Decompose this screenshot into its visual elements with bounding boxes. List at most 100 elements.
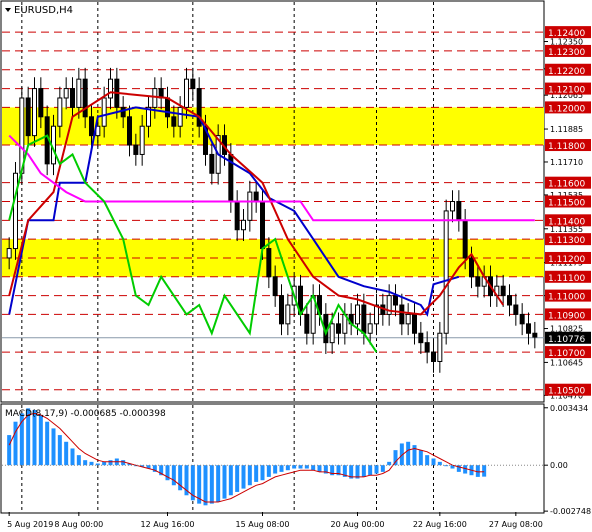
candle-body-44 bbox=[285, 304, 291, 325]
candle-body-3 bbox=[25, 97, 31, 137]
macd-bar-11 bbox=[76, 455, 81, 466]
macd-bar-65 bbox=[418, 450, 423, 466]
candle-body-65 bbox=[418, 332, 424, 344]
level-label-1: 1.12300 bbox=[548, 48, 585, 58]
macd-bar-32 bbox=[209, 465, 214, 504]
candle-body-73 bbox=[469, 257, 474, 278]
macd-bar-47 bbox=[304, 465, 309, 469]
macd-bar-15 bbox=[102, 461, 107, 466]
candle-body-36 bbox=[234, 201, 240, 231]
candle-body-1 bbox=[13, 172, 18, 250]
macd-bar-16 bbox=[108, 460, 113, 466]
candle-body-25 bbox=[165, 97, 170, 118]
candle-body-23 bbox=[152, 88, 158, 108]
candle-body-71 bbox=[456, 201, 462, 221]
candle-body-4 bbox=[32, 88, 37, 137]
macd-bar-46 bbox=[298, 465, 303, 469]
candle-body-15 bbox=[101, 97, 107, 127]
candle-body-68 bbox=[437, 332, 443, 362]
candle-body-29 bbox=[190, 78, 196, 90]
candle-body-8 bbox=[57, 97, 63, 127]
macd-bar-14 bbox=[95, 463, 100, 466]
macd-bar-10 bbox=[70, 448, 75, 466]
macd-bar-56 bbox=[361, 465, 366, 477]
candle-body-13 bbox=[89, 116, 94, 137]
macd-bar-63 bbox=[406, 441, 411, 466]
candle-body-70 bbox=[450, 201, 455, 212]
time-tick-3: 15 Aug 08:00 bbox=[236, 520, 290, 529]
time-tick-5: 22 Aug 16:00 bbox=[413, 520, 467, 529]
trading-chart: 1.123501.122051.120651.118851.117101.115… bbox=[0, 0, 592, 532]
macd-tick-0: 0.003434 bbox=[550, 404, 588, 413]
macd-bar-8 bbox=[57, 435, 62, 466]
candle-body-63 bbox=[405, 313, 411, 325]
candle-body-81 bbox=[519, 313, 525, 325]
candle-body-61 bbox=[393, 295, 398, 306]
macd-bar-58 bbox=[374, 465, 379, 474]
candle-body-55 bbox=[355, 304, 360, 325]
candle-body-56 bbox=[361, 304, 367, 334]
macd-bar-42 bbox=[273, 465, 278, 474]
level-label-6: 1.11600 bbox=[548, 180, 585, 190]
macd-bar-5 bbox=[38, 415, 43, 466]
macd-bar-49 bbox=[317, 465, 322, 472]
level-label-13: 1.10900 bbox=[548, 311, 585, 321]
symbol-header: EURUSD,H4 bbox=[5, 5, 73, 16]
level-label-11: 1.11100 bbox=[548, 274, 585, 284]
candle-body-67 bbox=[431, 351, 436, 362]
candle-body-64 bbox=[412, 313, 417, 334]
candle-body-10 bbox=[70, 88, 75, 108]
time-tick-0: 5 Aug 2019 bbox=[7, 520, 53, 529]
candle-body-47 bbox=[304, 313, 310, 334]
macd-bar-39 bbox=[254, 465, 259, 482]
candle-body-83 bbox=[532, 332, 538, 338]
macd-bar-59 bbox=[380, 465, 385, 472]
macd-bar-40 bbox=[260, 465, 265, 481]
candle-body-58 bbox=[374, 304, 379, 325]
macd-bar-9 bbox=[64, 441, 69, 466]
price-panel: 1.123501.122051.120651.118851.117101.115… bbox=[0, 0, 591, 403]
candle-body-72 bbox=[462, 219, 468, 259]
candle-body-12 bbox=[82, 78, 88, 118]
macd-bar-1 bbox=[13, 421, 18, 466]
time-tick-6: 27 Aug 08:00 bbox=[489, 520, 543, 529]
macd-bar-33 bbox=[216, 465, 221, 502]
macd-bar-12 bbox=[83, 460, 88, 466]
price-tick-3: 1.11885 bbox=[550, 125, 583, 134]
level-label-10: 1.11200 bbox=[548, 255, 585, 265]
candle-body-21 bbox=[139, 125, 145, 155]
candle-body-69 bbox=[443, 210, 449, 334]
candle-body-74 bbox=[475, 276, 481, 287]
macd-bar-0 bbox=[7, 435, 12, 466]
candle-body-41 bbox=[266, 248, 272, 278]
candle-body-20 bbox=[133, 144, 139, 155]
level-label-5: 1.11800 bbox=[548, 142, 585, 152]
candle-body-19 bbox=[127, 116, 132, 146]
candle-body-9 bbox=[63, 88, 69, 99]
macd-bar-43 bbox=[279, 465, 284, 472]
level-label-15: 1.10500 bbox=[548, 387, 585, 397]
candle-body-28 bbox=[184, 78, 189, 108]
candle-body-27 bbox=[177, 106, 183, 127]
macd-tick-2: -0.002748 bbox=[550, 507, 591, 516]
macd-bar-44 bbox=[285, 465, 290, 471]
candle-body-18 bbox=[120, 106, 126, 118]
macd-panel: 0.003434 0.00 -0.002748 MACD(8,17,9) -0.00… bbox=[0, 403, 591, 516]
candle-body-66 bbox=[424, 342, 430, 353]
candle-body-80 bbox=[513, 304, 519, 315]
macd-bar-45 bbox=[292, 465, 297, 469]
macd-bar-13 bbox=[89, 461, 94, 466]
level-label-7: 1.11500 bbox=[548, 199, 585, 209]
candle-body-51 bbox=[329, 323, 335, 344]
macd-bar-41 bbox=[266, 465, 271, 477]
level-label-8: 1.11400 bbox=[548, 217, 585, 227]
macd-bar-75 bbox=[482, 465, 487, 477]
macd-bar-57 bbox=[368, 465, 373, 476]
macd-bar-37 bbox=[241, 465, 246, 489]
symbol-label: EURUSD,H4 bbox=[14, 5, 73, 16]
macd-tick-1: 0.00 bbox=[550, 461, 568, 470]
macd-bar-60 bbox=[387, 461, 392, 466]
candle-body-0 bbox=[6, 248, 12, 259]
candle-body-57 bbox=[367, 323, 373, 334]
candle-body-37 bbox=[241, 219, 246, 231]
